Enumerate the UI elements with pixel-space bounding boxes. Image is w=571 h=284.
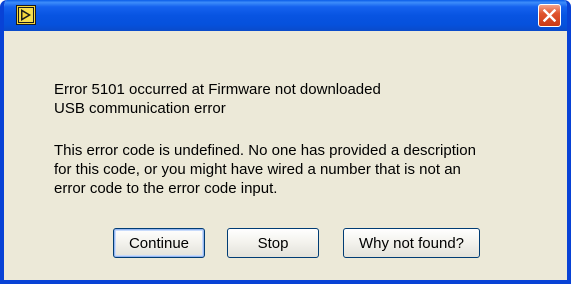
error-explanation: This error code is undefined. No one has…: [54, 141, 476, 198]
labview-run-arrow-icon: [16, 5, 36, 25]
why-not-found-button[interactable]: Why not found?: [343, 228, 480, 258]
close-button[interactable]: [538, 4, 561, 27]
continue-button[interactable]: Continue: [113, 228, 205, 258]
error-source-text: Error 5101 occurred at Firmware not down…: [54, 81, 381, 98]
title-bar[interactable]: [4, 0, 567, 31]
stop-button[interactable]: Stop: [227, 228, 319, 258]
error-description-text: USB communication error: [54, 100, 226, 117]
error-message-header: Error 5101 occurred at Firmware not down…: [54, 80, 381, 118]
explanation-line-1: This error code is undefined. No one has…: [54, 142, 476, 159]
explanation-line-3: error code to the error code input.: [54, 180, 278, 197]
explanation-line-2: for this code, or you might have wired a…: [54, 161, 461, 178]
error-dialog: Error 5101 occurred at Firmware not down…: [0, 0, 571, 284]
